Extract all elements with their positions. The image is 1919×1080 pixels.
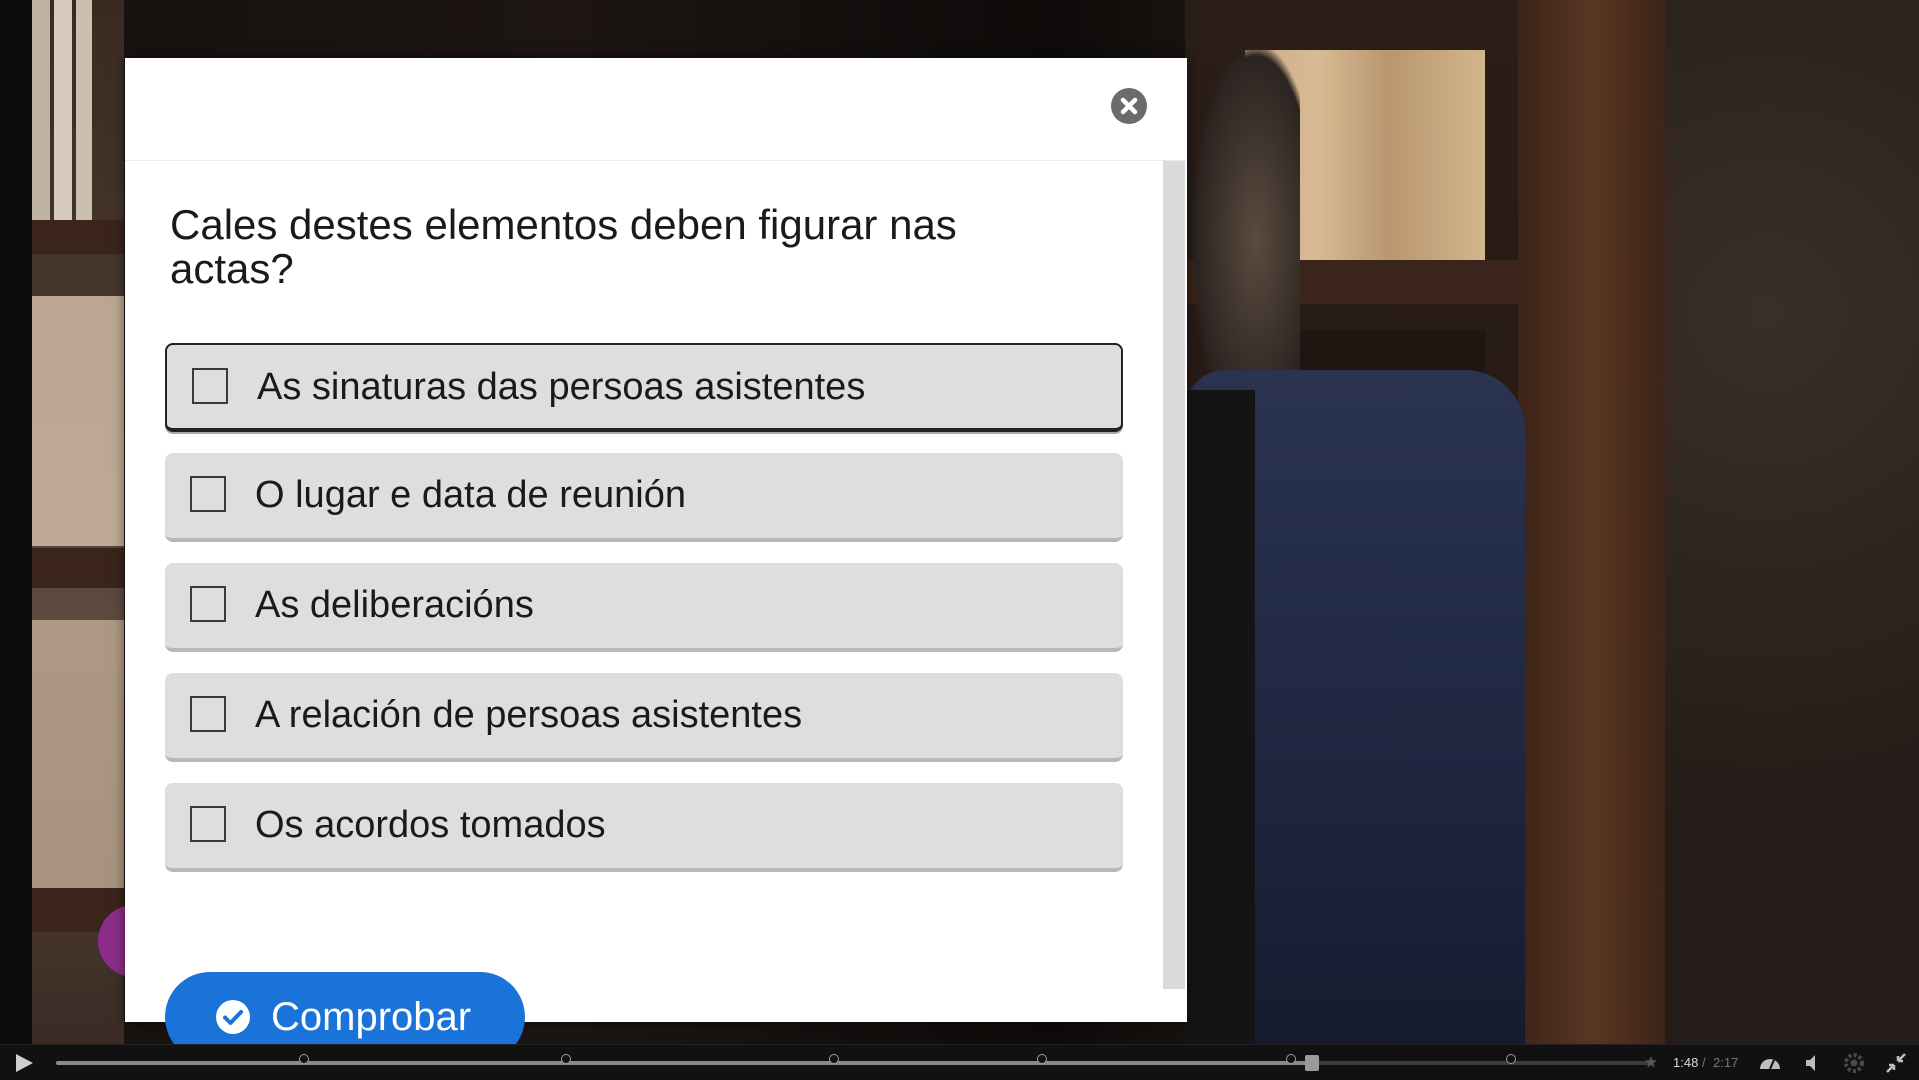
answer-option-label: A relación de persoas asistentes xyxy=(255,694,803,736)
answer-option[interactable]: As sinaturas das persoas asistentes xyxy=(165,343,1123,432)
play-button[interactable] xyxy=(12,1052,36,1074)
seek-marker[interactable] xyxy=(1286,1054,1296,1064)
presenter xyxy=(1185,30,1545,1044)
time-separator: / xyxy=(1702,1055,1706,1070)
seek-marker[interactable] xyxy=(561,1054,571,1064)
current-time: 1:48 xyxy=(1673,1055,1699,1070)
checkbox[interactable] xyxy=(190,696,226,732)
check-circle-icon xyxy=(216,1000,250,1034)
seek-marker[interactable] xyxy=(829,1054,839,1064)
seek-progress xyxy=(56,1061,1313,1065)
stone-wall xyxy=(1665,0,1919,1044)
checkbox[interactable] xyxy=(192,368,228,404)
seek-marker[interactable] xyxy=(1506,1054,1516,1064)
speed-icon[interactable] xyxy=(1758,1051,1782,1075)
exit-fullscreen-icon[interactable] xyxy=(1884,1051,1908,1075)
video-frame-edge xyxy=(0,0,32,1044)
bookshelf-left xyxy=(32,0,124,1044)
answer-option-label: As deliberacións xyxy=(255,584,534,626)
settings-icon[interactable] xyxy=(1842,1051,1866,1075)
close-button[interactable] xyxy=(1111,88,1147,124)
quiz-dialog: Cales destes elementos deben figurar nas… xyxy=(125,58,1187,1062)
answer-option-label: As sinaturas das persoas asistentes xyxy=(257,366,866,408)
answer-option[interactable]: O lugar e data de reunión xyxy=(165,453,1123,542)
answer-option[interactable]: A relación de persoas asistentes xyxy=(165,673,1123,762)
check-answer-label: Comprobar xyxy=(271,995,472,1039)
checkbox[interactable] xyxy=(190,806,226,842)
answer-option[interactable]: Os acordos tomados xyxy=(165,783,1123,872)
question-text: Cales destes elementos deben figurar nas… xyxy=(170,201,957,292)
seek-marker[interactable] xyxy=(299,1054,309,1064)
answer-option-label: O lugar e data de reunión xyxy=(255,474,686,516)
dialog-body: Cales destes elementos deben figurar nas… xyxy=(125,161,1187,1062)
seek-handle[interactable] xyxy=(1305,1055,1320,1071)
seek-bar[interactable] xyxy=(56,1054,1650,1071)
volume-icon[interactable] xyxy=(1801,1051,1825,1075)
dialog-header xyxy=(125,58,1187,161)
play-icon xyxy=(16,1054,33,1072)
seek-marker[interactable] xyxy=(1037,1054,1047,1064)
total-time: 2:17 xyxy=(1713,1055,1739,1070)
star-icon xyxy=(1645,1056,1657,1068)
checkbox[interactable] xyxy=(190,476,226,512)
answer-option-label: Os acordos tomados xyxy=(255,804,606,846)
close-icon xyxy=(1120,97,1138,115)
checkbox[interactable] xyxy=(190,586,226,622)
answer-options: As sinaturas das persoas asistentes O lu… xyxy=(165,343,1123,893)
scrollbar[interactable] xyxy=(1163,161,1185,989)
player-controls: 1:48 / 2:17 xyxy=(0,1044,1919,1080)
answer-option[interactable]: As deliberacións xyxy=(165,563,1123,652)
